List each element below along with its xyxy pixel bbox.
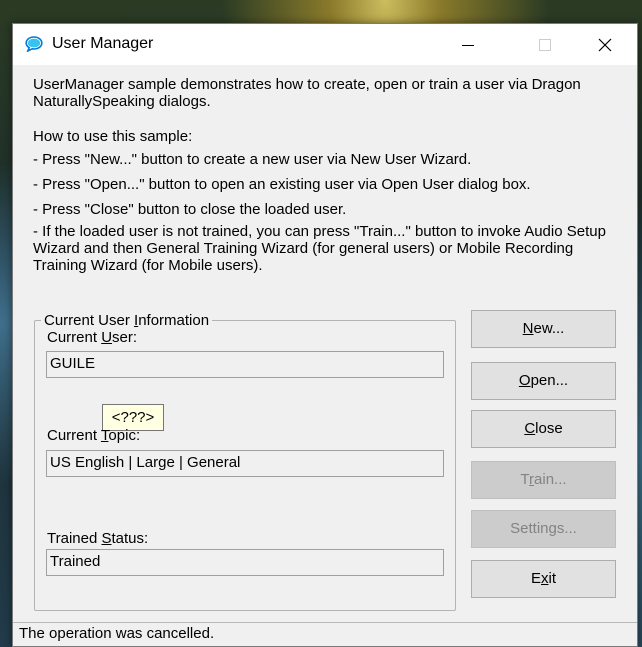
maximize-icon bbox=[539, 38, 551, 51]
howto-line-train: - If the loaded user is not trained, you… bbox=[33, 223, 606, 274]
howto-heading: How to use this sample: bbox=[33, 128, 193, 145]
train-button: Train... bbox=[471, 461, 616, 499]
settings-button: Settings... bbox=[471, 510, 616, 548]
howto-line-new: - Press "New..." button to create a new … bbox=[33, 151, 472, 168]
user-manager-window: User Manager UserManager sample demonstr… bbox=[12, 23, 638, 647]
group-label: Current User Information bbox=[41, 312, 213, 329]
open-button[interactable]: Open... bbox=[471, 362, 616, 400]
speech-bubble-icon bbox=[25, 36, 43, 52]
close-button[interactable]: Close bbox=[471, 410, 616, 448]
close-icon bbox=[598, 38, 612, 51]
trained-status-label: Trained Status: bbox=[47, 530, 149, 547]
current-topic-field[interactable]: US English | Large | General bbox=[46, 450, 444, 477]
minimize-button[interactable] bbox=[445, 24, 491, 65]
howto-line-close: - Press "Close" button to close the load… bbox=[33, 201, 347, 218]
current-user-label: Current User: bbox=[47, 329, 138, 346]
status-bar: The operation was cancelled. bbox=[13, 622, 637, 646]
close-window-button[interactable] bbox=[582, 24, 628, 65]
sample-description: UserManager sample demonstrates how to c… bbox=[33, 76, 581, 110]
current-user-field[interactable]: GUILE bbox=[46, 351, 444, 378]
minimize-icon bbox=[462, 44, 474, 46]
new-button[interactable]: New... bbox=[471, 310, 616, 348]
exit-button[interactable]: Exit bbox=[471, 560, 616, 598]
window-title: User Manager bbox=[52, 35, 154, 52]
title-bar[interactable]: User Manager bbox=[13, 24, 637, 65]
howto-line-open: - Press "Open..." button to open an exis… bbox=[33, 176, 531, 193]
maximize-button bbox=[522, 24, 568, 65]
trained-status-field[interactable]: Trained bbox=[46, 549, 444, 576]
current-topic-label: Current Topic: bbox=[47, 427, 141, 444]
